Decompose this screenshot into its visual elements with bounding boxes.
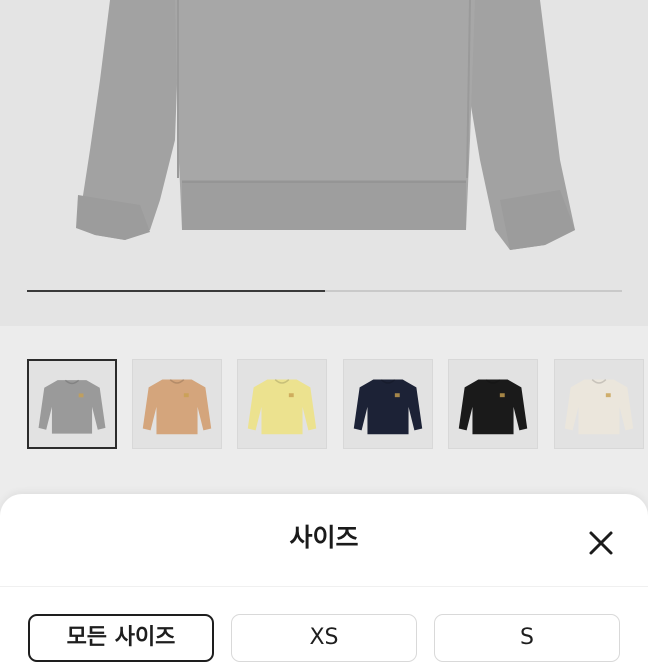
color-thumbnail-grey[interactable]: [27, 359, 117, 449]
sheet-divider: [0, 586, 648, 587]
close-button[interactable]: [584, 526, 618, 560]
sweatshirt-thumbnail-image: [564, 379, 634, 435]
color-thumbnail-navy[interactable]: [343, 359, 433, 449]
size-option-all[interactable]: 모든 사이즈: [28, 614, 214, 662]
sweatshirt-thumbnail-image: [353, 379, 423, 435]
product-image-gallery[interactable]: [0, 0, 648, 326]
gallery-progress: [27, 290, 622, 292]
size-option-xs[interactable]: XS: [231, 614, 417, 662]
sweatshirt-thumbnail-image: [142, 379, 212, 435]
close-icon: [589, 531, 613, 555]
size-option-s[interactable]: S: [434, 614, 620, 662]
gallery-progress-fill: [27, 290, 325, 292]
sheet-title: 사이즈: [289, 523, 359, 552]
color-thumbnail-list: [27, 359, 648, 451]
sweatshirt-thumbnail-image: [458, 379, 528, 435]
sweatshirt-image: [76, 0, 575, 250]
color-thumbnail-black[interactable]: [448, 359, 538, 449]
color-thumbnail-ecru[interactable]: [554, 359, 644, 449]
color-thumbnail-yellow[interactable]: [237, 359, 327, 449]
sweatshirt-thumbnail-image: [247, 379, 317, 435]
color-thumbnail-beige[interactable]: [132, 359, 222, 449]
sweatshirt-thumbnail-image: [38, 379, 106, 434]
